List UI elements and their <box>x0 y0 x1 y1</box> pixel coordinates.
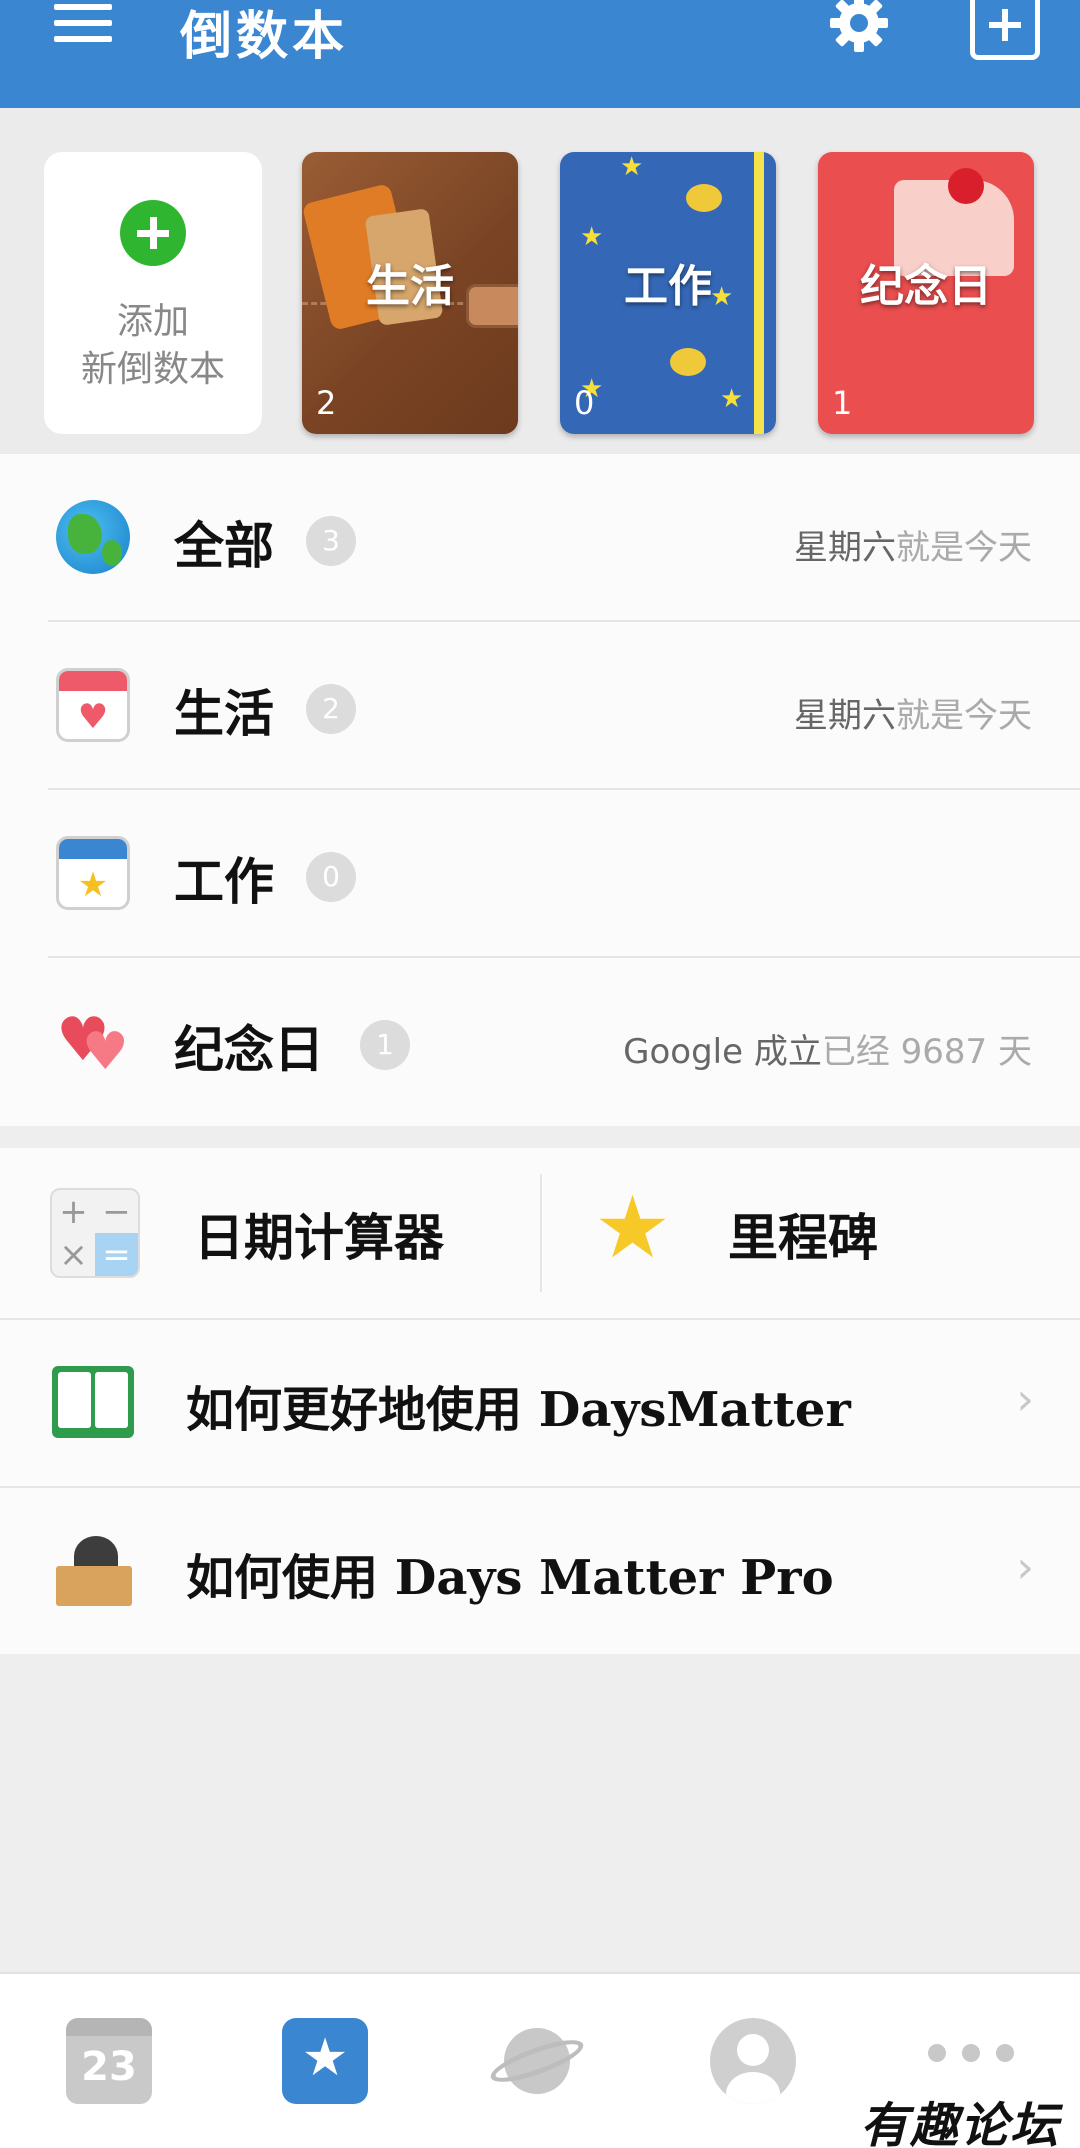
calc-equals: = <box>95 1233 138 1276</box>
date-calculator-label: 日期计算器 <box>194 1208 444 1267</box>
gear-icon[interactable] <box>828 0 890 54</box>
count-badge: 1 <box>360 1020 410 1070</box>
divider <box>0 1486 1080 1488</box>
summary-day: 星期六 <box>794 696 896 736</box>
dot <box>962 2044 980 2062</box>
box-shape <box>56 1566 132 1606</box>
app-header: 倒数本 <box>0 0 1080 108</box>
notebook-count: 0 <box>574 384 595 422</box>
star-icon: ★ <box>720 384 744 414</box>
hamburger-menu-icon[interactable] <box>54 4 114 46</box>
calculator-icon: + − × = <box>50 1188 140 1278</box>
summary-day: 星期六 <box>794 528 896 568</box>
calc-minus: − <box>102 1192 131 1232</box>
summary-event: Google 成立 <box>623 1032 822 1072</box>
category-summary: 星期六就是今天 <box>794 520 1032 569</box>
summary-note: 已经 9687 天 <box>821 1032 1032 1072</box>
star-icon: ★ <box>580 222 604 252</box>
divider <box>0 1318 1080 1320</box>
notebook-title: 工作 <box>624 261 712 312</box>
count-badge: 3 <box>306 516 356 566</box>
help-label: 如何使用 Days Matter Pro <box>186 1550 834 1606</box>
help-label: 如何更好地使用 DaysMatter <box>186 1382 851 1438</box>
heart-shape: ♥ <box>82 1022 129 1082</box>
star-icon: ★ <box>620 152 644 182</box>
help-row-pro[interactable]: 如何使用 Days Matter Pro › <box>0 1486 1080 1654</box>
cat-box-icon <box>52 1534 134 1606</box>
category-row-life[interactable]: ♥ 生活 2 星期六就是今天 <box>0 622 1080 790</box>
calc-times: × <box>59 1235 88 1275</box>
category-label: 工作 <box>174 852 274 911</box>
add-notebook-label: 添加 新倒数本 <box>44 298 262 394</box>
category-row-anniversary[interactable]: ♥ ♥ 纪念日 1 Google 成立已经 9687 天 <box>0 958 1080 1126</box>
summary-note: 就是今天 <box>896 528 1032 568</box>
planet-icon <box>686 184 722 212</box>
planet-icon <box>670 348 706 376</box>
globe-icon <box>56 500 130 574</box>
date-calculator-button[interactable]: + − × = 日期计算器 <box>0 1148 538 1318</box>
planet-icon[interactable] <box>486 2018 588 2104</box>
notebook-life[interactable]: 生活 2 <box>302 152 518 434</box>
calendar-icon[interactable]: 23 <box>66 2018 152 2104</box>
notebook-strip: 添加 新倒数本 生活 2 ★ ★ ★ ★ ★ 工作 0 纪念日 1 <box>0 108 1080 454</box>
notebook-count: 1 <box>832 384 853 422</box>
star-icon: ★ <box>594 1178 672 1278</box>
summary-note: 就是今天 <box>896 696 1032 736</box>
tools-row: + − × = 日期计算器 里程碑 ★ <box>0 1148 1080 1318</box>
help-row-tips[interactable]: 如何更好地使用 DaysMatter › <box>0 1318 1080 1486</box>
add-book-icon[interactable] <box>970 0 1040 60</box>
dot <box>996 2044 1014 2062</box>
chevron-right-icon: › <box>1016 1374 1034 1425</box>
category-label: 全部 <box>174 516 274 575</box>
category-summary: 星期六就是今天 <box>794 688 1032 737</box>
strawberry-icon <box>948 168 984 204</box>
chevron-right-icon: › <box>1016 1542 1034 1593</box>
watermark: 有趣论坛 <box>859 2098 1060 2148</box>
notebook-star-icon[interactable]: ★ <box>282 2018 368 2104</box>
page-title: 倒数本 <box>180 6 349 67</box>
add-notebook-line2: 新倒数本 <box>80 349 225 390</box>
notebook-title: 生活 <box>366 261 454 312</box>
notebook-star-glyph: ★ <box>301 2028 349 2088</box>
dot <box>928 2044 946 2062</box>
profile-icon[interactable] <box>710 2018 796 2104</box>
add-notebook-card[interactable]: 添加 新倒数本 <box>44 152 262 434</box>
calendar-day: 23 <box>81 2044 137 2090</box>
milestone-label: 里程碑 <box>728 1208 878 1267</box>
add-notebook-line1: 添加 <box>116 301 189 342</box>
count-badge: 2 <box>306 684 356 734</box>
notebook-title: 纪念日 <box>860 261 992 312</box>
star-mark: ★ <box>77 865 109 905</box>
calendar-header <box>59 671 127 691</box>
hearts-icon: ♥ ♥ <box>56 1004 130 1078</box>
notebook-work[interactable]: ★ ★ ★ ★ ★ 工作 0 <box>560 152 776 434</box>
category-row-all[interactable]: 全部 3 星期六就是今天 <box>0 454 1080 622</box>
open-book-icon <box>52 1366 134 1438</box>
category-row-work[interactable]: ★ 工作 0 <box>0 790 1080 958</box>
category-summary: Google 成立已经 9687 天 <box>623 1024 1032 1073</box>
calendar-header <box>59 839 127 859</box>
notebook-anniversary[interactable]: 纪念日 1 <box>818 152 1034 434</box>
category-label: 纪念日 <box>174 1020 324 1079</box>
heart-calendar-icon: ♥ <box>56 668 130 742</box>
more-icon[interactable] <box>928 2044 1018 2064</box>
notebook-count: 2 <box>316 384 337 422</box>
category-label: 生活 <box>174 684 274 743</box>
count-badge: 0 <box>306 852 356 902</box>
plus-circle-icon <box>120 200 186 266</box>
category-list: 全部 3 星期六就是今天 ♥ 生活 2 星期六就是今天 ★ 工作 0 ♥ ♥ 纪… <box>0 454 1080 1126</box>
heart-mark: ♥ <box>77 697 109 737</box>
calc-plus: + <box>59 1192 88 1232</box>
star-calendar-icon: ★ <box>56 836 130 910</box>
